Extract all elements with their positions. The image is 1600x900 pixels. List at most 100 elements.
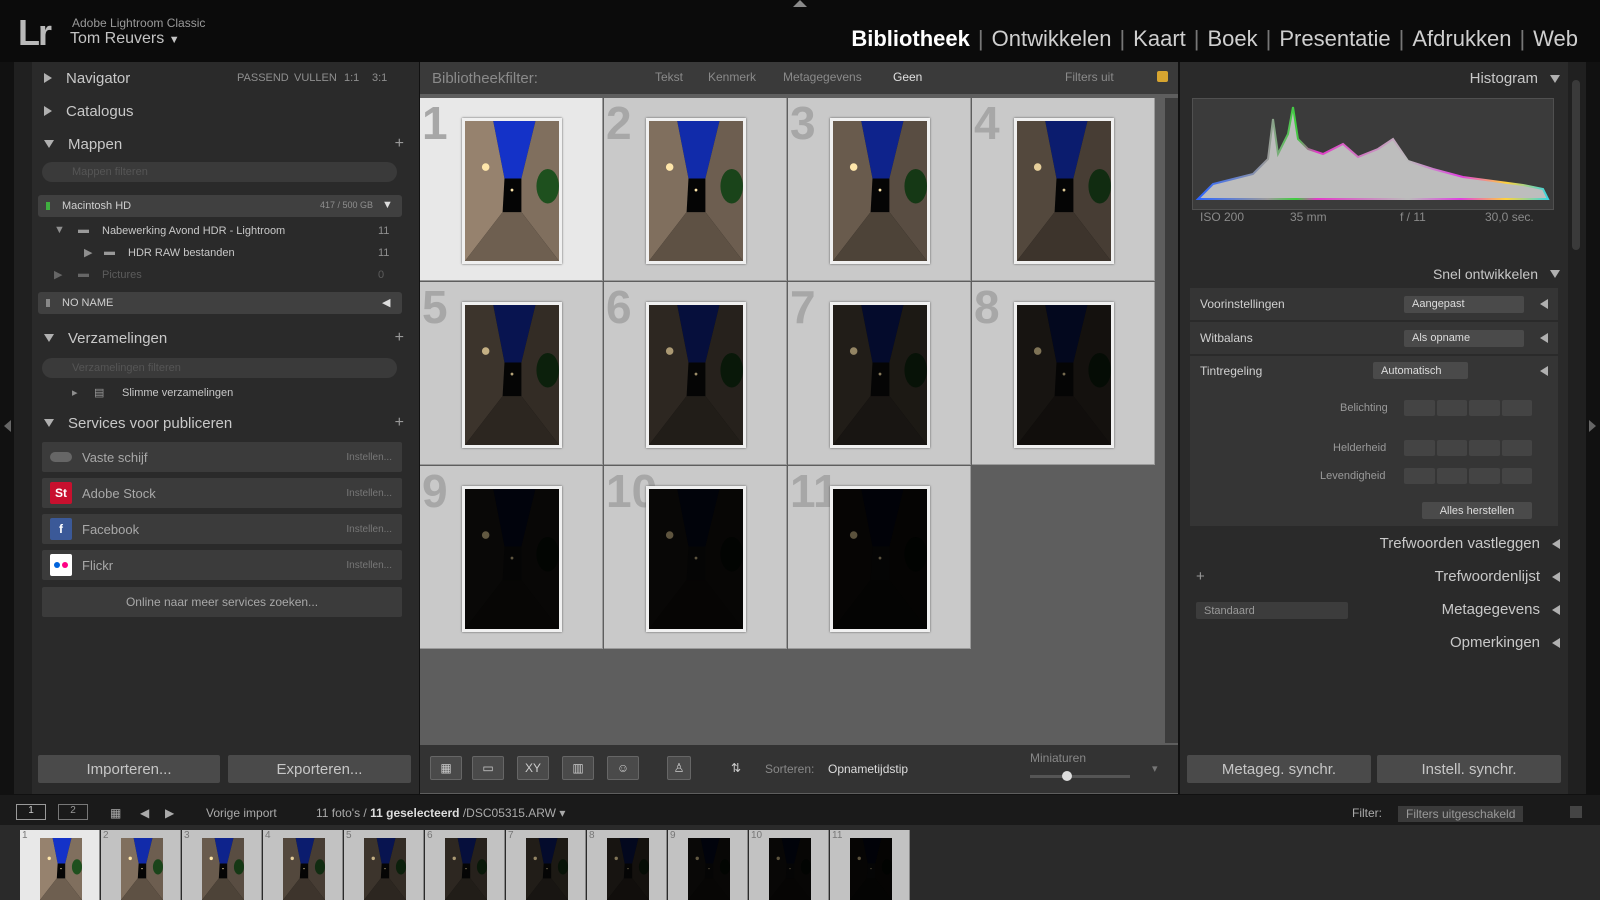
grid-cell[interactable]: 3 [788,97,971,281]
filter-lock-icon[interactable] [1570,806,1582,818]
collection-search-input[interactable]: Verzamelingen filteren [42,358,397,378]
metadata-header[interactable]: Metagegevens [1442,601,1560,618]
volume-menu-icon[interactable]: ▼ [382,199,393,211]
keywording-header[interactable]: Trefwoorden vastleggen [1380,535,1560,552]
survey-view-icon[interactable]: ▥ [562,756,594,780]
grid-cell[interactable]: 6 [604,281,787,465]
filter-tab-metadata[interactable]: Metagegevens [783,70,862,84]
filmstrip-thumbnail[interactable] [850,838,892,900]
filmstrip-item[interactable]: 5 [344,830,424,900]
service-hard-drive[interactable]: Vaste schijf Instellen... [42,442,402,472]
filmstrip-thumbnail[interactable] [283,838,325,900]
sort-select[interactable]: Opnametijdstip [828,762,908,776]
service-setup[interactable]: Instellen... [346,524,392,535]
grid-scrollbar[interactable] [1165,98,1178,743]
photo-thumbnail[interactable] [830,486,930,632]
metadata-preset-select[interactable]: Standaard [1196,602,1348,619]
collection-item[interactable]: ▸ ▤ Slimme verzamelingen [32,384,412,404]
grid-cell[interactable]: 1 [420,97,603,281]
module-web[interactable]: Web [1525,26,1586,52]
expand-icon[interactable]: ▸ [72,386,78,399]
zoom-1-1[interactable]: 1:1 [344,72,359,84]
service-setup[interactable]: Instellen... [346,560,392,571]
filmstrip-item[interactable]: 3 [182,830,262,900]
filmstrip-item[interactable]: 10 [749,830,829,900]
quick-develop-header[interactable]: Snel ontwikkelen [1433,266,1560,282]
module-bibliotheek[interactable]: Bibliotheek [843,26,978,52]
painter-icon[interactable]: ♙ [667,756,691,780]
collapse-left-panel-icon[interactable] [4,420,11,432]
grid-cell[interactable]: 7 [788,281,971,465]
import-button[interactable]: Importeren... [38,755,220,783]
folder-item[interactable]: ▶ ▬ Pictures 0 [32,266,412,286]
filter-tab-attribute[interactable]: Kenmerk [708,70,756,84]
user-name[interactable]: Tom Reuvers ▼ [70,30,180,48]
filmstrip-thumbnail[interactable] [526,838,568,900]
module-kaart[interactable]: Kaart [1125,26,1194,52]
photo-thumbnail[interactable] [462,486,562,632]
filmstrip-thumbnail[interactable] [445,838,487,900]
filter-tab-text[interactable]: Tekst [655,70,683,84]
grid-cell[interactable]: 9 [420,465,603,649]
main-window-button[interactable]: 1 [16,804,46,820]
add-publish-service-icon[interactable]: + [395,414,404,432]
filmstrip-item[interactable]: 4 [263,830,343,900]
keyword-list-header[interactable]: Trefwoordenlijst [1435,568,1560,585]
module-ontwikkelen[interactable]: Ontwikkelen [984,26,1120,52]
grid-cell[interactable]: 2 [604,97,787,281]
histogram-header[interactable]: Histogram [1470,70,1560,87]
folder-item[interactable]: ▶ ▬ HDR RAW bestanden 11 [32,244,412,264]
photo-thumbnail[interactable] [646,486,746,632]
photo-thumbnail[interactable] [646,118,746,264]
thumbnail-size-slider-knob[interactable] [1062,771,1072,781]
module-presentatie[interactable]: Presentatie [1271,26,1398,52]
filter-presets-menu[interactable]: Filters uit [1065,70,1114,84]
zoom-fit[interactable]: PASSEND [237,72,289,84]
filmstrip-thumbnail[interactable] [769,838,811,900]
expand-icon[interactable]: ▶ [84,246,92,259]
right-panel-scrollbar[interactable] [1572,80,1580,250]
volume-menu-icon[interactable]: ◀ [382,296,390,309]
collapse-top-panel-icon[interactable] [793,0,807,7]
expand-icon[interactable]: ▶ [54,268,62,281]
comments-header[interactable]: Opmerkingen [1450,634,1560,651]
filmstrip-filter-select[interactable]: Filters uitgeschakeld [1398,806,1524,822]
filmstrip-thumbnail[interactable] [688,838,730,900]
current-file[interactable]: /DSC05315.ARW ▾ [460,806,566,820]
forward-arrow-icon[interactable]: ▶ [165,806,174,820]
qd-vibrance-buttons[interactable] [1404,468,1532,484]
qd-presets-select[interactable]: Aangepast [1404,295,1524,313]
catalogus-header[interactable]: Catalogus [32,95,412,127]
qd-wb-select[interactable]: Als opname [1404,329,1524,347]
verzamelingen-header[interactable]: Verzamelingen + [32,322,412,354]
module-boek[interactable]: Boek [1199,26,1265,52]
folder-search-input[interactable]: Mappen filteren [42,162,397,182]
photo-thumbnail[interactable] [1014,302,1114,448]
collapse-icon[interactable]: ▼ [54,224,65,236]
qd-reset-all-button[interactable]: Alles herstellen [1422,502,1532,519]
module-afdrukken[interactable]: Afdrukken [1404,26,1519,52]
grid-cell[interactable]: 10 [604,465,787,649]
service-adobe-stock[interactable]: St Adobe Stock Instellen... [42,478,402,508]
volume-row-no-name[interactable]: NO NAME ◀ [38,292,402,314]
sort-direction-icon[interactable]: ⇅ [718,756,754,780]
filmstrip-item[interactable]: 9 [668,830,748,900]
photo-thumbnail[interactable] [646,302,746,448]
service-flickr[interactable]: Flickr Instellen... [42,550,402,580]
grid-icon[interactable]: ▦ [110,806,121,820]
filmstrip-thumbnail[interactable] [607,838,649,900]
publish-header[interactable]: Services voor publiceren + [32,407,412,439]
qd-exposure-buttons[interactable] [1404,400,1532,416]
filmstrip-item[interactable]: 6 [425,830,505,900]
zoom-3-1[interactable]: 3:1 [372,72,387,84]
photo-thumbnail[interactable] [1014,118,1114,264]
service-facebook[interactable]: f Facebook Instellen... [42,514,402,544]
photo-thumbnail[interactable] [830,302,930,448]
filmstrip-item[interactable]: 7 [506,830,586,900]
filmstrip-item[interactable]: 8 [587,830,667,900]
filmstrip-item[interactable]: 2 [101,830,181,900]
service-setup[interactable]: Instellen... [346,452,392,463]
filmstrip-thumbnail[interactable] [364,838,406,900]
source-label[interactable]: Vorige import [206,806,277,820]
grid-cell[interactable]: 11 [788,465,971,649]
